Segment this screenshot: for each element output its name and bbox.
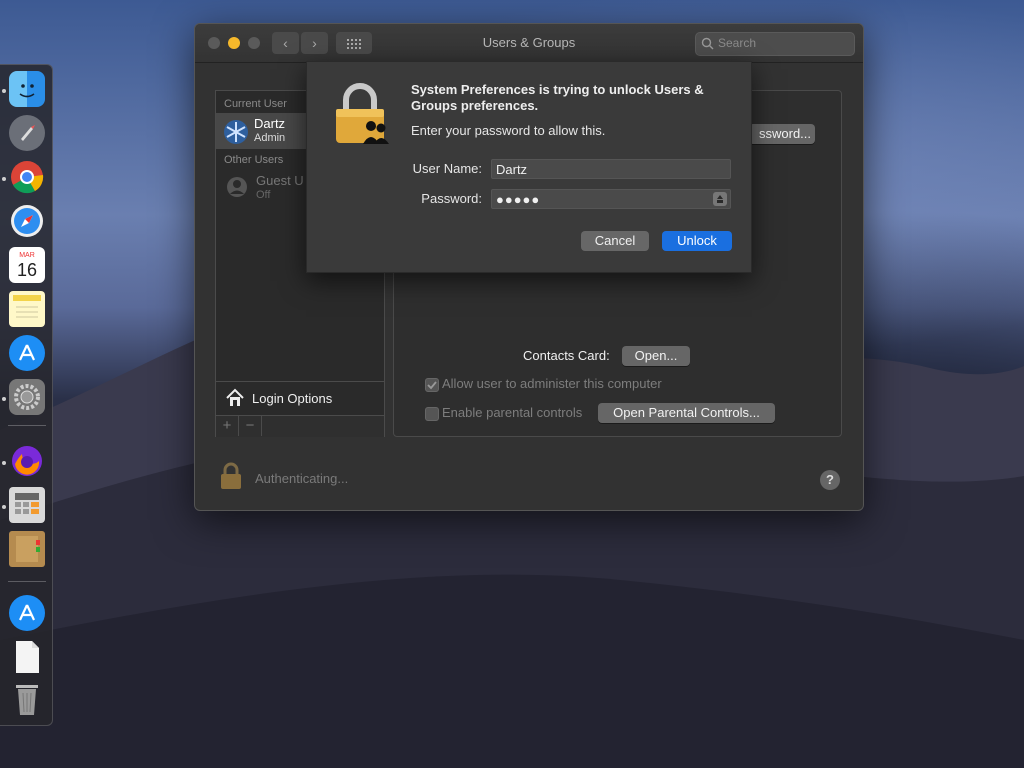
- search-field[interactable]: Search: [695, 32, 855, 56]
- notes-icon[interactable]: [9, 291, 45, 327]
- allow-admin-checkbox[interactable]: [425, 378, 439, 392]
- user-role: Admin: [254, 132, 286, 144]
- checkmark-icon: [427, 381, 437, 390]
- open-parental-controls-button[interactable]: Open Parental Controls...: [598, 403, 775, 423]
- notebook-icon[interactable]: [9, 531, 45, 567]
- user-row-dartz[interactable]: Dartz Admin: [216, 113, 306, 149]
- dock-separator: [8, 425, 46, 426]
- dialog-title: System Preferences is trying to unlock U…: [411, 82, 704, 113]
- unlock-button[interactable]: Unlock: [662, 231, 732, 251]
- running-indicator: [2, 505, 6, 509]
- running-indicator: [2, 177, 6, 181]
- add-user-button[interactable]: +: [216, 416, 239, 436]
- search-placeholder: Search: [718, 36, 757, 50]
- finder-icon[interactable]: [9, 71, 45, 107]
- password-reveal-icon[interactable]: [713, 192, 727, 206]
- system-preferences-icon[interactable]: [9, 379, 45, 415]
- calendar-day: 16: [16, 259, 38, 280]
- login-options-label: Login Options: [252, 391, 333, 406]
- running-indicator: [2, 89, 6, 93]
- remove-user-button[interactable]: −: [239, 416, 262, 436]
- guest-user-status: Off: [256, 189, 271, 201]
- dock-separator: [8, 581, 46, 582]
- password-field[interactable]: ●●●●●: [491, 189, 731, 209]
- guest-user-name: Guest U: [256, 173, 304, 188]
- user-row-guest[interactable]: Guest U Off: [216, 170, 306, 206]
- dialog-subtitle: Enter your password to allow this.: [411, 123, 606, 138]
- cancel-button[interactable]: Cancel: [581, 231, 649, 251]
- user-name: Dartz: [254, 116, 286, 131]
- calendar-month: MAR: [19, 251, 35, 259]
- contacts-open-button[interactable]: Open...: [622, 346, 690, 366]
- chrome-icon[interactable]: [9, 159, 45, 195]
- help-button[interactable]: ?: [820, 470, 840, 490]
- password-value: ●●●●●: [496, 192, 541, 207]
- document-icon[interactable]: [9, 639, 45, 675]
- password-label: Password:: [421, 191, 482, 206]
- parental-controls-label: Enable parental controls: [442, 405, 583, 420]
- snowflake-avatar-icon: [224, 120, 248, 144]
- username-field[interactable]: Dartz: [491, 159, 731, 179]
- authenticating-status: Authenticating...: [255, 471, 349, 486]
- launchpad-icon[interactable]: [9, 115, 45, 151]
- title-bar: ‹ › Users & Groups Search: [195, 24, 863, 63]
- add-remove-bar: + −: [216, 415, 384, 437]
- house-icon: [226, 388, 244, 406]
- running-indicator: [2, 397, 6, 401]
- change-password-button[interactable]: ssword...: [749, 124, 815, 144]
- app-store-icon[interactable]: [9, 595, 45, 631]
- firefox-icon[interactable]: [9, 443, 45, 479]
- authentication-dialog: System Preferences is trying to unlock U…: [306, 61, 752, 273]
- allow-admin-label: Allow user to administer this computer: [442, 376, 662, 391]
- calendar-icon[interactable]: MAR 16: [9, 247, 45, 283]
- dock: MAR 16: [0, 64, 53, 726]
- parental-controls-checkbox[interactable]: [425, 407, 439, 421]
- search-icon: [701, 37, 714, 50]
- username-label: User Name:: [412, 161, 482, 176]
- running-indicator: [2, 461, 6, 465]
- guest-user-icon: [227, 177, 247, 197]
- safari-icon[interactable]: [9, 203, 45, 239]
- calculator-icon[interactable]: [9, 487, 45, 523]
- contacts-card-label: Contacts Card:: [523, 348, 610, 363]
- login-options-row[interactable]: Login Options: [216, 381, 384, 416]
- other-users-header: Other Users: [224, 154, 284, 166]
- current-user-header: Current User: [224, 98, 287, 110]
- padlock-users-icon: [336, 83, 389, 144]
- app-store-icon[interactable]: [9, 335, 45, 371]
- lock-icon[interactable]: [219, 461, 243, 491]
- trash-icon[interactable]: [9, 681, 45, 717]
